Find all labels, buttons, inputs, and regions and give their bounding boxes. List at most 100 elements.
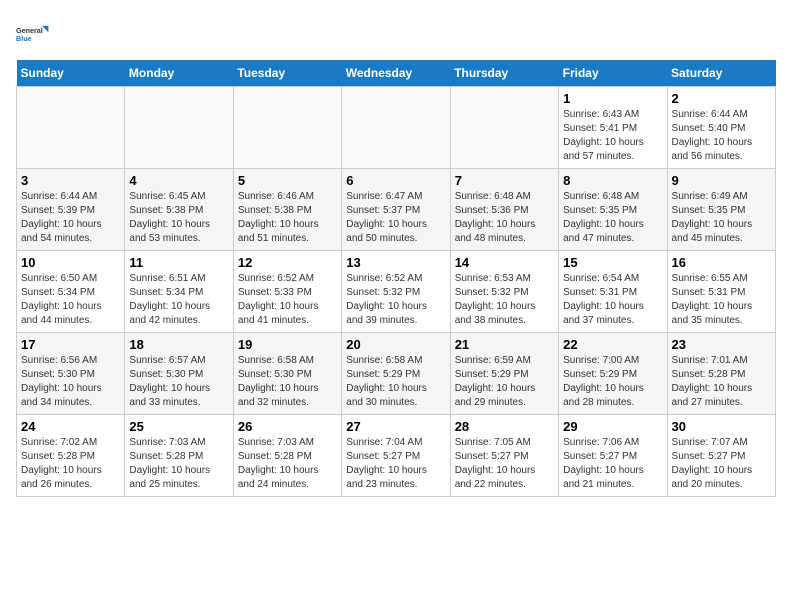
calendar-cell: 17Sunrise: 6:56 AM Sunset: 5:30 PM Dayli… [17, 333, 125, 415]
day-info: Sunrise: 6:45 AM Sunset: 5:38 PM Dayligh… [129, 190, 228, 246]
day-info: Sunrise: 6:44 AM Sunset: 5:40 PM Dayligh… [672, 108, 771, 164]
weekday-friday: Friday [559, 60, 667, 87]
day-number: 11 [129, 255, 228, 270]
calendar-cell [17, 87, 125, 169]
calendar-table: SundayMondayTuesdayWednesdayThursdayFrid… [16, 60, 776, 497]
calendar-week-1: 1Sunrise: 6:43 AM Sunset: 5:41 PM Daylig… [17, 87, 776, 169]
day-info: Sunrise: 6:58 AM Sunset: 5:30 PM Dayligh… [238, 354, 337, 410]
logo-icon: GeneralBlue [16, 16, 52, 52]
day-info: Sunrise: 7:06 AM Sunset: 5:27 PM Dayligh… [563, 436, 662, 492]
day-info: Sunrise: 6:52 AM Sunset: 5:32 PM Dayligh… [346, 272, 445, 328]
day-number: 10 [21, 255, 120, 270]
calendar-cell: 26 Sunrise: 7:03 AM Sunset: 5:28 PM Dayli… [233, 415, 341, 497]
day-info: Sunrise: 6:57 AM Sunset: 5:30 PM Dayligh… [129, 354, 228, 410]
day-number: 26 [238, 419, 337, 434]
day-info: Sunrise: 7:01 AM Sunset: 5:28 PM Dayligh… [672, 354, 771, 410]
calendar-cell: 11 Sunrise: 6:51 AM Sunset: 5:34 PM Dayli… [125, 251, 233, 333]
day-info: Sunrise: 7:02 AM Sunset: 5:28 PM Dayligh… [21, 436, 120, 492]
day-number: 16 [672, 255, 771, 270]
day-info: Sunrise: 7:03 AM Sunset: 5:28 PM Dayligh… [238, 436, 337, 492]
calendar-cell: 22 Sunrise: 7:00 AM Sunset: 5:29 PM Dayli… [559, 333, 667, 415]
day-number: 22 [563, 337, 662, 352]
calendar-cell [125, 87, 233, 169]
weekday-header-row: SundayMondayTuesdayWednesdayThursdayFrid… [17, 60, 776, 87]
calendar-cell: 4 Sunrise: 6:45 AM Sunset: 5:38 PM Daylig… [125, 169, 233, 251]
logo: GeneralBlue [16, 16, 52, 52]
day-number: 2 [672, 91, 771, 106]
day-info: Sunrise: 7:05 AM Sunset: 5:27 PM Dayligh… [455, 436, 554, 492]
calendar-cell: 24 Sunrise: 7:02 AM Sunset: 5:28 PM Dayli… [17, 415, 125, 497]
weekday-tuesday: Tuesday [233, 60, 341, 87]
day-number: 6 [346, 173, 445, 188]
calendar-body: 1Sunrise: 6:43 AM Sunset: 5:41 PM Daylig… [17, 87, 776, 497]
day-number: 19 [238, 337, 337, 352]
calendar-cell: 21 Sunrise: 6:59 AM Sunset: 5:29 PM Dayli… [450, 333, 558, 415]
day-info: Sunrise: 7:00 AM Sunset: 5:29 PM Dayligh… [563, 354, 662, 410]
day-number: 14 [455, 255, 554, 270]
day-number: 28 [455, 419, 554, 434]
calendar-cell: 27 Sunrise: 7:04 AM Sunset: 5:27 PM Dayli… [342, 415, 450, 497]
day-number: 13 [346, 255, 445, 270]
day-info: Sunrise: 7:03 AM Sunset: 5:28 PM Dayligh… [129, 436, 228, 492]
calendar-cell: 19 Sunrise: 6:58 AM Sunset: 5:30 PM Dayli… [233, 333, 341, 415]
day-number: 12 [238, 255, 337, 270]
calendar-cell: 13 Sunrise: 6:52 AM Sunset: 5:32 PM Dayli… [342, 251, 450, 333]
calendar-cell: 15Sunrise: 6:54 AM Sunset: 5:31 PM Dayli… [559, 251, 667, 333]
calendar-cell: 3Sunrise: 6:44 AM Sunset: 5:39 PM Daylig… [17, 169, 125, 251]
day-number: 23 [672, 337, 771, 352]
day-info: Sunrise: 6:47 AM Sunset: 5:37 PM Dayligh… [346, 190, 445, 246]
day-number: 4 [129, 173, 228, 188]
calendar-cell: 16 Sunrise: 6:55 AM Sunset: 5:31 PM Dayli… [667, 251, 775, 333]
weekday-thursday: Thursday [450, 60, 558, 87]
day-info: Sunrise: 6:46 AM Sunset: 5:38 PM Dayligh… [238, 190, 337, 246]
day-number: 24 [21, 419, 120, 434]
weekday-wednesday: Wednesday [342, 60, 450, 87]
calendar-cell: 10Sunrise: 6:50 AM Sunset: 5:34 PM Dayli… [17, 251, 125, 333]
calendar-cell: 18 Sunrise: 6:57 AM Sunset: 5:30 PM Dayli… [125, 333, 233, 415]
page-header: GeneralBlue [16, 16, 776, 52]
calendar-cell [233, 87, 341, 169]
day-number: 20 [346, 337, 445, 352]
day-number: 25 [129, 419, 228, 434]
calendar-cell: 7 Sunrise: 6:48 AM Sunset: 5:36 PM Daylig… [450, 169, 558, 251]
calendar-cell: 8Sunrise: 6:48 AM Sunset: 5:35 PM Daylig… [559, 169, 667, 251]
day-info: Sunrise: 6:43 AM Sunset: 5:41 PM Dayligh… [563, 108, 662, 164]
day-info: Sunrise: 6:52 AM Sunset: 5:33 PM Dayligh… [238, 272, 337, 328]
day-info: Sunrise: 6:49 AM Sunset: 5:35 PM Dayligh… [672, 190, 771, 246]
day-number: 29 [563, 419, 662, 434]
day-number: 5 [238, 173, 337, 188]
weekday-sunday: Sunday [17, 60, 125, 87]
calendar-cell: 28 Sunrise: 7:05 AM Sunset: 5:27 PM Dayli… [450, 415, 558, 497]
calendar-week-4: 17Sunrise: 6:56 AM Sunset: 5:30 PM Dayli… [17, 333, 776, 415]
svg-text:Blue: Blue [16, 34, 32, 43]
calendar-cell: 2 Sunrise: 6:44 AM Sunset: 5:40 PM Daylig… [667, 87, 775, 169]
day-number: 27 [346, 419, 445, 434]
day-info: Sunrise: 6:48 AM Sunset: 5:36 PM Dayligh… [455, 190, 554, 246]
day-number: 21 [455, 337, 554, 352]
calendar-week-3: 10Sunrise: 6:50 AM Sunset: 5:34 PM Dayli… [17, 251, 776, 333]
day-info: Sunrise: 6:59 AM Sunset: 5:29 PM Dayligh… [455, 354, 554, 410]
day-number: 18 [129, 337, 228, 352]
day-number: 7 [455, 173, 554, 188]
calendar-cell [450, 87, 558, 169]
calendar-cell: 29 Sunrise: 7:06 AM Sunset: 5:27 PM Dayli… [559, 415, 667, 497]
day-info: Sunrise: 7:07 AM Sunset: 5:27 PM Dayligh… [672, 436, 771, 492]
day-info: Sunrise: 6:55 AM Sunset: 5:31 PM Dayligh… [672, 272, 771, 328]
calendar-cell: 23 Sunrise: 7:01 AM Sunset: 5:28 PM Dayli… [667, 333, 775, 415]
calendar-cell: 20Sunrise: 6:58 AM Sunset: 5:29 PM Dayli… [342, 333, 450, 415]
day-info: Sunrise: 6:48 AM Sunset: 5:35 PM Dayligh… [563, 190, 662, 246]
calendar-cell [342, 87, 450, 169]
calendar-header: SundayMondayTuesdayWednesdayThursdayFrid… [17, 60, 776, 87]
calendar-cell: 30Sunrise: 7:07 AM Sunset: 5:27 PM Dayli… [667, 415, 775, 497]
day-number: 9 [672, 173, 771, 188]
day-number: 15 [563, 255, 662, 270]
calendar-cell: 6 Sunrise: 6:47 AM Sunset: 5:37 PM Daylig… [342, 169, 450, 251]
calendar-cell: 12 Sunrise: 6:52 AM Sunset: 5:33 PM Dayli… [233, 251, 341, 333]
day-info: Sunrise: 6:44 AM Sunset: 5:39 PM Dayligh… [21, 190, 120, 246]
weekday-monday: Monday [125, 60, 233, 87]
day-info: Sunrise: 6:51 AM Sunset: 5:34 PM Dayligh… [129, 272, 228, 328]
day-info: Sunrise: 7:04 AM Sunset: 5:27 PM Dayligh… [346, 436, 445, 492]
weekday-saturday: Saturday [667, 60, 775, 87]
calendar-cell: 1Sunrise: 6:43 AM Sunset: 5:41 PM Daylig… [559, 87, 667, 169]
calendar-cell: 14Sunrise: 6:53 AM Sunset: 5:32 PM Dayli… [450, 251, 558, 333]
